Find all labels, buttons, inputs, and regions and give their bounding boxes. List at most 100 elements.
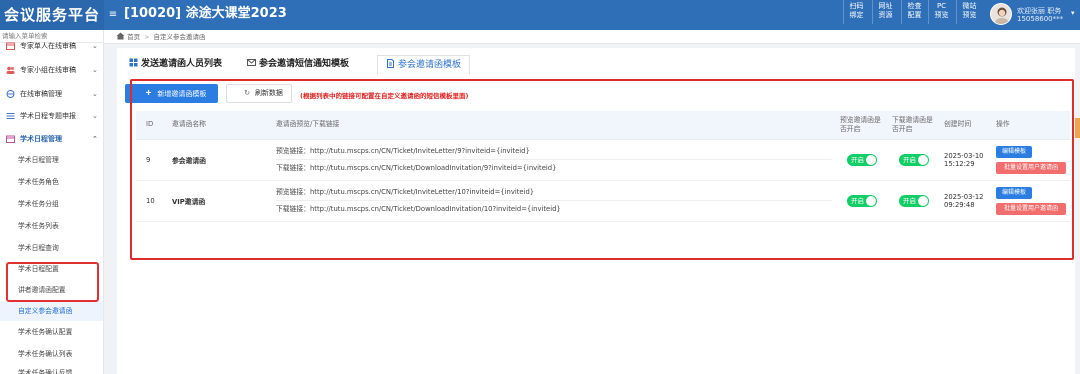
download-link[interactable]: 下载链接：http://tutu.mscps.cn/CN/Ticket/Down…: [276, 200, 832, 217]
tab-send-list[interactable]: 发送邀请函人员列表: [129, 55, 222, 75]
cell-id: 10: [136, 180, 168, 222]
tab-sms-template[interactable]: 参会邀请短信通知模板: [247, 55, 349, 75]
scan-bind-line2: 绑定: [849, 11, 864, 19]
url-resource-line1: 网址: [878, 2, 893, 10]
sidebar-group-label: 在线审稿管理: [20, 90, 62, 98]
cell-preview-enabled: 开启: [836, 139, 888, 181]
column-header-id: ID: [136, 111, 168, 140]
preview-link[interactable]: 预览链接：http://tutu.mscps.cn/CN/Ticket/Invi…: [276, 184, 832, 200]
sidebar: 专家单人在线审稿 ⌄ 专家小组在线审稿 ⌄ 在线审稿管理 ⌄ 学术日程专题申报 …: [0, 30, 104, 374]
column-header-links: 邀请函预览/下载链接: [272, 111, 836, 140]
chevron-down-icon: ⌄: [92, 66, 98, 74]
url-resource-button[interactable]: 网址 资源: [872, 0, 898, 24]
mail-icon: [247, 59, 256, 66]
download-toggle[interactable]: 开启: [899, 153, 929, 166]
column-header-download-enabled: 下载邀请函是否开启: [888, 111, 940, 140]
refresh-icon: ↻: [244, 90, 250, 97]
chevron-down-icon: ⌄: [92, 112, 98, 120]
edit-template-button[interactable]: 编辑模板: [996, 186, 1032, 199]
preview-toggle[interactable]: 开启: [847, 153, 877, 166]
chevron-down-icon: ⌄: [92, 42, 98, 50]
sidebar-group-single-review[interactable]: 专家单人在线审稿 ⌄: [0, 36, 103, 56]
refresh-label: 刷新数据: [254, 90, 283, 97]
highlight-outline-sidebar: [6, 262, 99, 302]
sidebar-item-custom-invitation[interactable]: 自定义参会邀请函: [0, 301, 103, 321]
user-phone: 15058600***: [1017, 15, 1064, 23]
scan-bind-line1: 扫码: [849, 2, 864, 10]
column-header-name: 邀请函名称: [168, 111, 272, 140]
chevron-down-icon: ⌄: [92, 90, 98, 98]
cell-download-enabled: 开启: [888, 180, 940, 222]
created-time: 15:12:29: [944, 159, 975, 168]
hint-text: (根据列表中的链接可配置在自定义邀请函的短信模板里面): [300, 92, 469, 100]
tab-label: 发送邀请函人员列表: [141, 59, 223, 69]
column-header-created: 创建时间: [940, 111, 992, 140]
sidebar-item-task-roles[interactable]: 学术任务角色: [0, 172, 103, 192]
sidebar-group-label: 学术日程专题申报: [20, 112, 76, 120]
created-time: 09:29:48: [944, 200, 975, 209]
cell-links: 预览链接：http://tutu.mscps.cn/CN/Ticket/Invi…: [272, 139, 836, 181]
avatar[interactable]: [990, 3, 1012, 25]
table-row: 10 VIP邀请函 预览链接：http://tutu.mscps.cn/CN/T…: [136, 180, 1070, 222]
tab-invitation-template[interactable]: 参会邀请函模板: [377, 55, 471, 75]
edit-template-button[interactable]: 编辑模板: [996, 145, 1032, 158]
sidebar-item-task-list[interactable]: 学术任务列表: [0, 216, 103, 236]
column-header-actions: 操作: [992, 111, 1070, 140]
users-icon: [6, 66, 15, 74]
check-config-line1: 检查: [907, 2, 922, 10]
breadcrumb-separator: >: [144, 33, 150, 41]
cell-created: 2025-03-10 15:12:29: [940, 139, 992, 181]
user-menu[interactable]: 欢迎张丽 职务 15058600*** ▾: [985, 0, 1080, 30]
microsite-preview-button[interactable]: 微站 预览: [956, 0, 982, 24]
sidebar-group-label: 专家小组在线审稿: [20, 66, 76, 74]
sidebar-group-review-manage[interactable]: 在线审稿管理 ⌄: [0, 84, 103, 104]
breadcrumb-home[interactable]: 首页: [127, 33, 140, 41]
document-icon: [387, 59, 394, 68]
batch-assign-button[interactable]: 批量设置用户邀请函: [996, 202, 1066, 215]
sidebar-item-schedule-query[interactable]: 学术日程查询: [0, 238, 103, 258]
created-date: 2025-03-12: [944, 192, 984, 201]
sidebar-group-team-review[interactable]: 专家小组在线审稿 ⌄: [0, 60, 103, 80]
sidebar-group-topic-apply[interactable]: 学术日程专题申报 ⌄: [0, 106, 103, 126]
cell-download-enabled: 开启: [888, 139, 940, 181]
download-link[interactable]: 下载链接：http://tutu.mscps.cn/CN/Ticket/Down…: [276, 159, 832, 176]
breadcrumb-current: 自定义参会邀请函: [153, 33, 206, 41]
home-icon: [116, 32, 125, 40]
refresh-button[interactable]: ↻ 刷新数据: [226, 84, 292, 103]
cell-name: 参会邀请函: [168, 139, 272, 181]
sidebar-group-schedule-manage[interactable]: 学术日程管理 ⌃: [0, 129, 103, 149]
sidebar-item-task-confirm-feedback[interactable]: 学术任务确认反馈: [0, 363, 103, 374]
brand-logo[interactable]: 会议服务平台: [0, 0, 104, 30]
cell-actions: 编辑模板 批量设置用户邀请函: [992, 180, 1070, 222]
preview-link[interactable]: 预览链接：http://tutu.mscps.cn/CN/Ticket/Invi…: [276, 143, 832, 159]
sidebar-item-task-groups[interactable]: 学术任务分组: [0, 194, 103, 214]
pc-preview-button[interactable]: PC 预览: [928, 0, 954, 24]
plus-icon: +: [145, 88, 152, 99]
url-resource-line2: 资源: [878, 11, 893, 19]
sidebar-item-schedule-manage[interactable]: 学术日程管理: [0, 150, 103, 170]
tab-label: 参会邀请函模板: [398, 60, 462, 70]
cell-actions: 编辑模板 批量设置用户邀请函: [992, 139, 1070, 181]
sidebar-group-label: 学术日程管理: [20, 135, 62, 143]
chevron-up-icon: ⌃: [92, 135, 98, 143]
scan-bind-button[interactable]: 扫码 绑定: [843, 0, 869, 24]
cell-created: 2025-03-12 09:29:48: [940, 180, 992, 222]
tab-label: 参会邀请短信通知模板: [259, 59, 350, 69]
sidebar-item-task-confirm-list[interactable]: 学术任务确认列表: [0, 344, 103, 364]
batch-assign-button[interactable]: 批量设置用户邀请函: [996, 161, 1066, 174]
preview-toggle[interactable]: 开启: [847, 194, 877, 207]
cell-id: 9: [136, 139, 168, 181]
caret-down-icon[interactable]: ▾: [1071, 9, 1075, 17]
pc-preview-line1: PC: [936, 2, 947, 10]
sidebar-item-task-confirm-config[interactable]: 学术任务确认配置: [0, 322, 103, 342]
add-template-button[interactable]: + 新增邀请函模板: [125, 84, 218, 103]
globe-icon: [6, 90, 15, 98]
check-config-button[interactable]: 检查 配置: [901, 0, 927, 24]
conference-title: [10020] 涂途大课堂2023: [124, 6, 287, 21]
column-header-preview-enabled: 预览邀请函是否开启: [836, 111, 888, 140]
download-toggle[interactable]: 开启: [899, 194, 929, 207]
check-config-line2: 配置: [907, 11, 922, 19]
list-icon: [6, 113, 15, 119]
hamburger-icon[interactable]: ≡: [106, 0, 120, 30]
add-template-label: 新增邀请函模板: [157, 91, 207, 98]
